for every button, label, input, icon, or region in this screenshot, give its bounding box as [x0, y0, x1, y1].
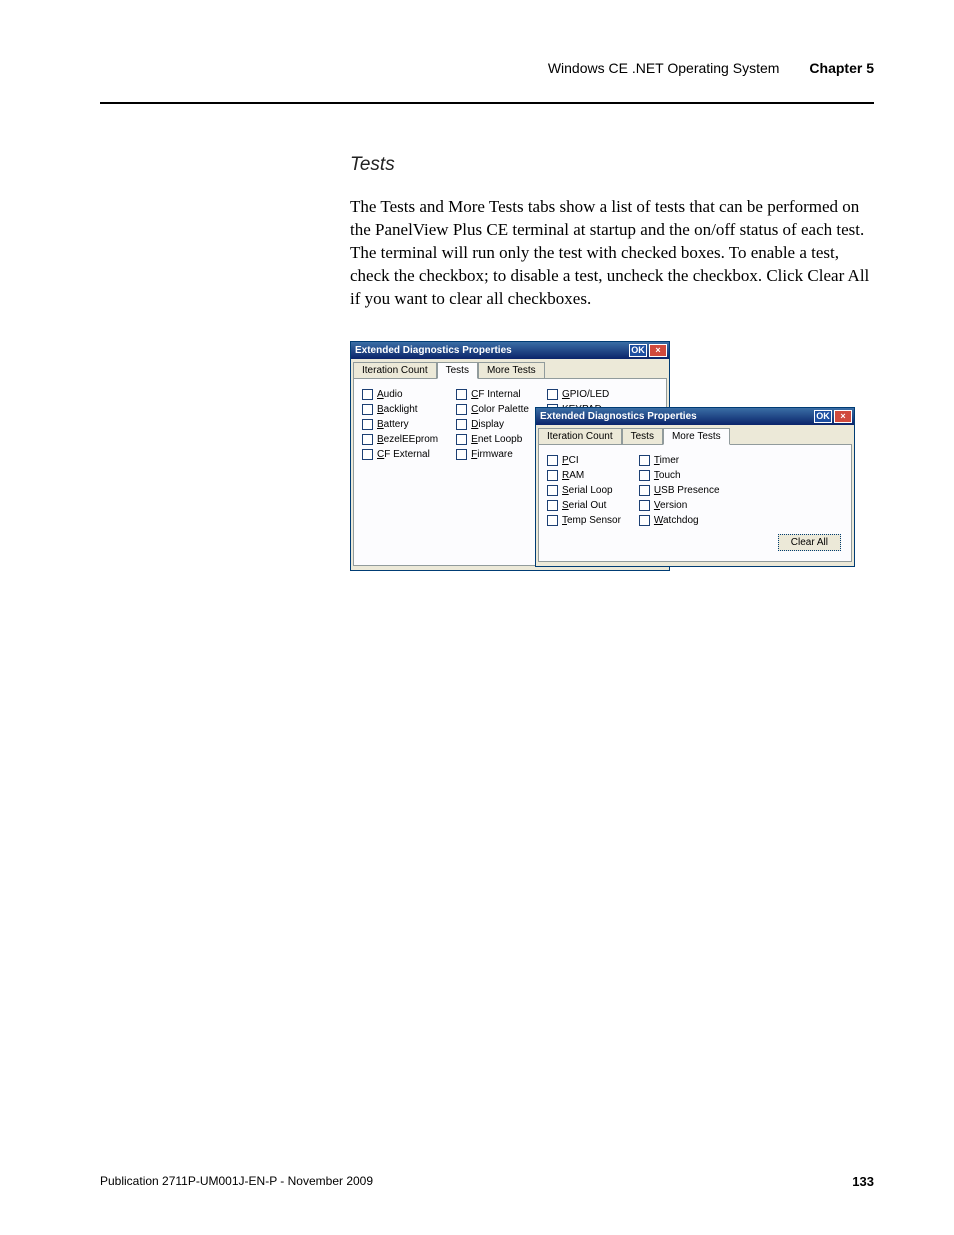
checkbox[interactable] [639, 470, 650, 481]
dialog-title: Extended Diagnostics Properties [540, 411, 812, 422]
checkbox-row: BezelEEprom [362, 434, 438, 445]
more-tests-panel: PCI RAM Serial Loop Serial Out Temp Sensor T… [538, 444, 852, 562]
section-heading: Tests [350, 154, 870, 176]
checkbox[interactable] [456, 389, 467, 400]
close-button[interactable]: × [834, 410, 852, 423]
titlebar: Extended Diagnostics Properties OK × [536, 408, 854, 425]
checkbox[interactable] [547, 389, 558, 400]
checkbox-label: RAM [562, 470, 584, 481]
checkbox[interactable] [362, 419, 373, 430]
checkbox-label: Display [471, 419, 504, 430]
tab-iteration-count[interactable]: Iteration Count [353, 362, 437, 379]
checkbox[interactable] [639, 515, 650, 526]
checkbox-row: Serial Loop [547, 485, 621, 496]
figure: Extended Diagnostics Properties OK × Ite… [350, 341, 870, 581]
tab-more-tests[interactable]: More Tests [478, 362, 545, 379]
checkbox-label: CF Internal [471, 389, 520, 400]
checkbox[interactable] [547, 500, 558, 511]
checkbox[interactable] [456, 419, 467, 430]
tab-tests[interactable]: Tests [437, 362, 478, 379]
checkbox-label: Firmware [471, 449, 513, 460]
checkbox-label: Serial Loop [562, 485, 613, 496]
header-system: Windows CE .NET Operating System [548, 60, 780, 76]
checkbox[interactable] [547, 455, 558, 466]
checkbox[interactable] [362, 449, 373, 460]
checkbox-label: Audio [377, 389, 403, 400]
checkbox-label: Serial Out [562, 500, 606, 511]
checkbox[interactable] [456, 449, 467, 460]
checkbox[interactable] [362, 404, 373, 415]
tab-more-tests[interactable]: More Tests [663, 428, 730, 445]
checkbox[interactable] [547, 485, 558, 496]
ok-button[interactable]: OK [814, 410, 832, 423]
checkbox-label: Touch [654, 470, 681, 481]
page-number: 133 [852, 1174, 874, 1189]
publication-line: Publication 2711P-UM001J-EN-P - November… [100, 1174, 373, 1189]
checkbox-row: Touch [639, 470, 720, 481]
checkbox-row: Timer [639, 455, 720, 466]
checkbox-label: BezelEEprom [377, 434, 438, 445]
checkbox-row: CF External [362, 449, 438, 460]
header-rule [100, 102, 874, 104]
checkbox[interactable] [456, 404, 467, 415]
checkbox-label: Backlight [377, 404, 418, 415]
checkbox-row: Temp Sensor [547, 515, 621, 526]
checkbox-label: Timer [654, 455, 679, 466]
dialog-title: Extended Diagnostics Properties [355, 345, 627, 356]
checkbox-label: Enet Loopb [471, 434, 522, 445]
header-chapter: Chapter 5 [809, 60, 874, 76]
checkbox-label: Temp Sensor [562, 515, 621, 526]
titlebar: Extended Diagnostics Properties OK × [351, 342, 669, 359]
checkbox-row: Serial Out [547, 500, 621, 511]
checkbox-label: Color Palette [471, 404, 529, 415]
ok-button[interactable]: OK [629, 344, 647, 357]
checkbox-row: GPIO/LED [547, 389, 609, 400]
checkbox-row: Audio [362, 389, 438, 400]
checkbox-row: RAM [547, 470, 621, 481]
clear-all-button[interactable]: Clear All [778, 534, 841, 551]
checkbox-label: Watchdog [654, 515, 699, 526]
checkbox-label: GPIO/LED [562, 389, 609, 400]
body-paragraph: The Tests and More Tests tabs show a lis… [350, 196, 870, 311]
close-button[interactable]: × [649, 344, 667, 357]
checkbox-row: Color Palette [456, 404, 529, 415]
checkbox-row: Firmware [456, 449, 529, 460]
dialog-more-tests: Extended Diagnostics Properties OK × Ite… [535, 407, 855, 567]
checkbox[interactable] [547, 470, 558, 481]
checkbox[interactable] [456, 434, 467, 445]
checkbox-row: Backlight [362, 404, 438, 415]
tab-tests[interactable]: Tests [622, 428, 663, 445]
checkbox[interactable] [639, 455, 650, 466]
tab-iteration-count[interactable]: Iteration Count [538, 428, 622, 445]
checkbox-label: USB Presence [654, 485, 720, 496]
checkbox-row: Version [639, 500, 720, 511]
checkbox-label: CF External [377, 449, 430, 460]
checkbox-row: Display [456, 419, 529, 430]
checkbox[interactable] [547, 515, 558, 526]
checkbox-label: Version [654, 500, 687, 511]
checkbox-row: USB Presence [639, 485, 720, 496]
checkbox-label: PCI [562, 455, 579, 466]
checkbox[interactable] [639, 500, 650, 511]
checkbox-row: Enet Loopb [456, 434, 529, 445]
checkbox-row: Watchdog [639, 515, 720, 526]
checkbox-row: CF Internal [456, 389, 529, 400]
checkbox-row: Battery [362, 419, 438, 430]
checkbox[interactable] [639, 485, 650, 496]
checkbox-row: PCI [547, 455, 621, 466]
checkbox-label: Battery [377, 419, 409, 430]
checkbox[interactable] [362, 389, 373, 400]
checkbox[interactable] [362, 434, 373, 445]
